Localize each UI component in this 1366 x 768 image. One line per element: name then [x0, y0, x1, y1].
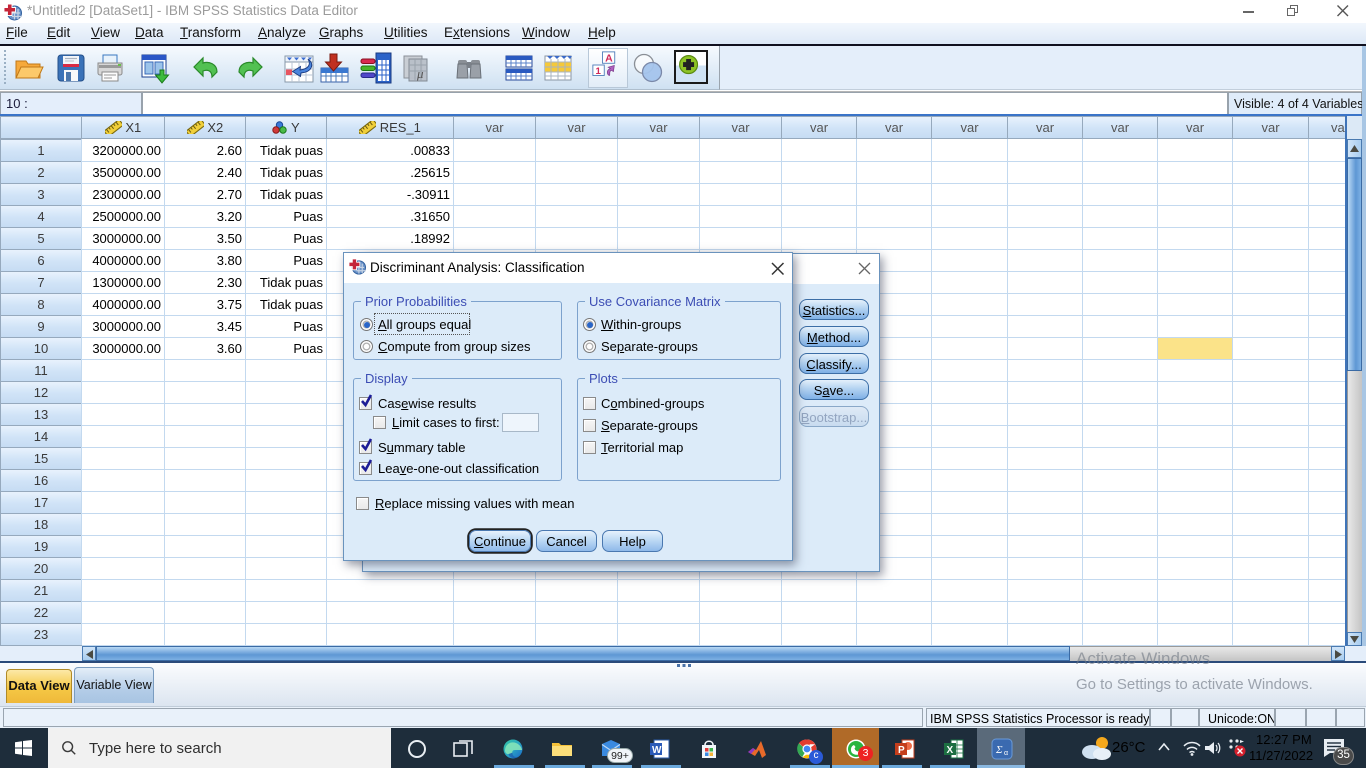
svg-text:W: W: [652, 745, 662, 756]
svg-text:α: α: [1004, 750, 1008, 757]
svg-text:1: 1: [596, 66, 602, 77]
svg-text:X: X: [947, 745, 954, 756]
svg-text:μ: μ: [416, 66, 424, 81]
svg-text:A: A: [605, 53, 613, 65]
svg-text:P: P: [898, 745, 905, 756]
svg-text:Σ: Σ: [995, 744, 1003, 756]
